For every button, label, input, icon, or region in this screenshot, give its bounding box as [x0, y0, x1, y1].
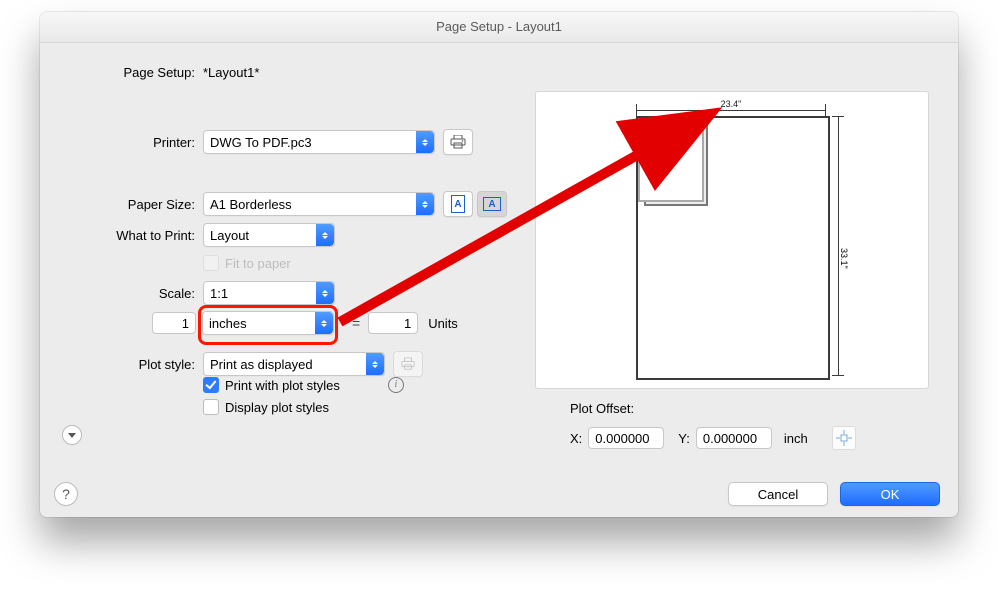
- printer-select-value: DWG To PDF.pc3: [210, 135, 312, 150]
- chevron-updown-icon: [416, 131, 434, 153]
- left-panel: Page Setup: *Layout1* Printer: DWG To PD…: [40, 43, 530, 518]
- paper-preview: 23.4" 33.1": [535, 91, 929, 389]
- scale-left-input[interactable]: 1: [152, 312, 196, 334]
- plot-offset-y-input[interactable]: 0.000000: [696, 427, 772, 449]
- dimension-width-label: 23.4": [715, 99, 747, 109]
- plot-offset-unit-label: inch: [784, 431, 808, 446]
- what-to-print-select[interactable]: Layout: [203, 223, 335, 247]
- printer-label: Printer:: [40, 135, 203, 150]
- page-setup-dialog: Page Setup - Layout1 Page Setup: *Layout…: [40, 12, 958, 517]
- plot-style-settings-button: [393, 351, 423, 377]
- printer-icon: [450, 135, 466, 149]
- dimension-height-label: 33.1": [839, 246, 849, 271]
- fit-to-paper-label: Fit to paper: [225, 256, 291, 271]
- scale-select[interactable]: 1:1: [203, 281, 335, 305]
- info-icon[interactable]: i: [388, 377, 404, 393]
- what-to-print-value: Layout: [210, 228, 249, 243]
- plot-offset-x-input[interactable]: 0.000000: [588, 427, 664, 449]
- paper-outline: [636, 116, 830, 380]
- page-setup-value: *Layout1*: [203, 65, 259, 80]
- chevron-updown-icon: [366, 353, 384, 375]
- plot-style-value: Print as displayed: [210, 357, 313, 372]
- paper-size-select[interactable]: A1 Borderless: [203, 192, 435, 216]
- cancel-button[interactable]: Cancel: [728, 482, 828, 506]
- scale-unit-value: inches: [209, 316, 247, 331]
- center-on-page-button[interactable]: [832, 426, 856, 450]
- dialog-body: Page Setup: *Layout1* Printer: DWG To PD…: [40, 43, 958, 518]
- dimension-width: 23.4": [636, 102, 826, 114]
- print-with-plot-styles-label: Print with plot styles: [225, 378, 340, 393]
- display-plot-styles-label: Display plot styles: [225, 400, 329, 415]
- what-to-print-label: What to Print:: [40, 228, 203, 243]
- scale-right-input[interactable]: 1: [368, 312, 418, 334]
- fit-to-paper-checkbox: [203, 255, 219, 271]
- landscape-icon: A: [483, 197, 501, 211]
- chevron-updown-icon: [315, 312, 333, 334]
- paper-size-value: A1 Borderless: [210, 197, 292, 212]
- paper-size-label: Paper Size:: [40, 197, 203, 212]
- units-label: Units: [428, 316, 458, 331]
- display-plot-styles-checkbox[interactable]: [203, 399, 219, 415]
- scale-unit-select[interactable]: inches: [202, 311, 334, 335]
- portrait-icon: A: [451, 195, 465, 213]
- chevron-updown-icon: [316, 282, 334, 304]
- plot-offset-title: Plot Offset:: [570, 401, 930, 416]
- plot-offset-x-label: X:: [570, 431, 582, 446]
- print-with-plot-styles-checkbox[interactable]: [203, 377, 219, 393]
- dimension-height: 33.1": [832, 116, 846, 376]
- drawing-area: [638, 118, 704, 202]
- ok-button[interactable]: OK: [840, 482, 940, 506]
- disclosure-button[interactable]: [62, 425, 82, 445]
- chevron-updown-icon: [416, 193, 434, 215]
- plot-style-label: Plot style:: [40, 357, 203, 372]
- window-title: Page Setup - Layout1: [436, 19, 562, 34]
- plot-style-select[interactable]: Print as displayed: [203, 352, 385, 376]
- plot-offset-section: Plot Offset: X: 0.000000 Y: 0.000000 inc…: [570, 401, 930, 450]
- scale-value: 1:1: [210, 286, 228, 301]
- titlebar: Page Setup - Layout1: [40, 12, 958, 43]
- orientation-portrait-button[interactable]: A: [443, 191, 473, 217]
- equals-label: =: [348, 315, 364, 331]
- orientation-landscape-button[interactable]: A: [477, 191, 507, 217]
- printer-properties-button[interactable]: [443, 129, 473, 155]
- chevron-updown-icon: [316, 224, 334, 246]
- scale-label: Scale:: [40, 286, 203, 301]
- plot-offset-y-label: Y:: [678, 431, 690, 446]
- page-setup-label: Page Setup:: [40, 65, 203, 80]
- printer-select[interactable]: DWG To PDF.pc3: [203, 130, 435, 154]
- help-button[interactable]: ?: [54, 482, 78, 506]
- printer-icon: [401, 357, 415, 371]
- center-icon: [836, 430, 852, 446]
